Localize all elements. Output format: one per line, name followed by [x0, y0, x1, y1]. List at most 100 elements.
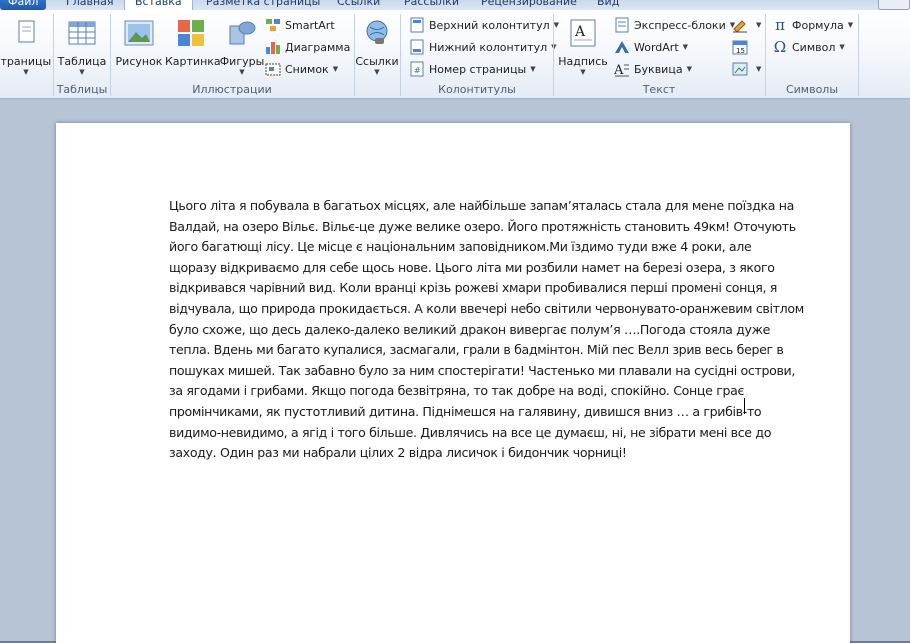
quickparts-icon	[615, 17, 629, 33]
smartart-button[interactable]: SmartArt	[265, 16, 335, 34]
picture-icon	[124, 20, 154, 46]
symbol-label: Символ	[792, 40, 836, 54]
shapes-label: Фигуры	[219, 55, 265, 68]
document-area: Цього літа я побувала в багатьох місцях,…	[0, 99, 910, 643]
text-line: тепла. Вдень ми багато купалися, засмага…	[169, 342, 784, 358]
group-symbols: π Формула ▼ Ω Символ ▼ Символы	[766, 10, 858, 98]
tab-mailings[interactable]: Рассылки	[404, 0, 459, 10]
text-line: промінчиками, як пустотливий дитина. Під…	[169, 403, 762, 419]
chart-label: Диаграмма	[285, 40, 351, 54]
chevron-down-icon: ▼	[756, 21, 762, 29]
page-icon	[18, 20, 35, 43]
clipart-label: Картинка	[165, 55, 221, 68]
text-line: його багатющі лісу. Це місце є національ…	[169, 239, 752, 255]
tab-file[interactable]: Файл	[0, 0, 47, 10]
text-line: Валдай, на озеро Вільє. Вільє-це дуже ве…	[169, 218, 796, 234]
group-header-footer: Верхний колонтитул ▼ Нижний колонтитул ▼…	[401, 10, 559, 98]
chevron-down-icon: ▼	[756, 65, 762, 73]
textbox-label: Надпись	[558, 55, 608, 68]
dropcap-label: Буквица	[634, 62, 683, 76]
tab-references[interactable]: Ссылки	[337, 0, 380, 10]
svg-text:15: 15	[736, 47, 745, 55]
clipart-button[interactable]: Картинка	[165, 18, 221, 68]
object-button[interactable]: ▼	[732, 60, 761, 78]
group-divider	[858, 14, 859, 96]
picture-button[interactable]: Рисунок	[115, 18, 163, 68]
window-control-button[interactable]	[878, 0, 910, 10]
chart-button[interactable]: Диаграмма	[265, 38, 350, 56]
text-line: видимо-невидимо, а ягід і того більше. Д…	[169, 424, 772, 440]
tab-page-layout[interactable]: Разметка страницы	[206, 0, 320, 10]
svg-text:#: #	[414, 66, 421, 75]
tab-home[interactable]: Главная	[66, 0, 114, 10]
table-label: Таблица	[57, 55, 107, 68]
page-number-button[interactable]: # Номер страницы ▼	[409, 60, 536, 78]
group-label-symbols: Символы	[785, 83, 839, 96]
ribbon: Страницы ▼ Таблица ▼ Таблицы Рисуно	[0, 10, 910, 99]
chevron-down-icon: ▼	[23, 68, 29, 76]
dropcap-icon: A	[614, 63, 629, 77]
group-label-header-footer: Колонтитулы	[438, 83, 516, 96]
header-button[interactable]: Верхний колонтитул ▼	[409, 16, 559, 34]
footer-label: Нижний колонтитул	[429, 40, 548, 54]
chevron-down-icon: ▼	[686, 65, 692, 73]
group-label-illustrations: Иллюстрации	[192, 83, 272, 96]
tab-view[interactable]: Вид	[597, 0, 619, 10]
svg-text:A: A	[574, 24, 586, 40]
document-page[interactable]: Цього літа я побувала в багатьох місцях,…	[56, 123, 850, 643]
links-button[interactable]: Ссылки ▼	[355, 18, 399, 76]
equation-label: Формула	[792, 18, 844, 32]
symbol-button[interactable]: Ω Символ ▼	[772, 38, 845, 56]
chevron-down-icon: ▼	[847, 21, 854, 29]
calendar-icon: 15	[732, 40, 748, 55]
dropcap-button[interactable]: A Буквица ▼	[614, 60, 692, 78]
chevron-down-icon: ▼	[239, 68, 245, 76]
text-line: відчувала, що природа прокидається. А ко…	[169, 300, 804, 316]
table-icon	[68, 21, 96, 45]
chevron-down-icon: ▼	[530, 65, 536, 73]
text-line: пошуках мишей. Так забавно було за ним с…	[169, 362, 796, 378]
pages-button[interactable]: Страницы ▼	[0, 18, 52, 76]
document-body[interactable]: Цього літа я побувала в багатьох місцях,…	[169, 196, 804, 464]
chevron-down-icon: ▼	[580, 68, 586, 76]
wordart-label: WordArt	[634, 40, 679, 54]
screenshot-button[interactable]: Снимок ▼	[265, 60, 338, 78]
wordart-icon	[615, 41, 629, 53]
smartart-icon	[266, 19, 280, 31]
shapes-icon	[229, 21, 256, 45]
wordart-button[interactable]: WordArt ▼	[614, 38, 688, 56]
footer-button[interactable]: Нижний колонтитул ▼	[409, 38, 557, 56]
text-line: щоразу відкриваємо для себе щось нове. Ц…	[169, 259, 775, 275]
text-line: за ягодами і грибами. Якщо погода безвіт…	[169, 383, 745, 399]
tab-review[interactable]: Рецензирование	[481, 0, 577, 10]
datetime-button[interactable]: 15	[732, 38, 752, 56]
globe-link-icon	[366, 20, 388, 44]
equation-button[interactable]: π Формула ▼	[772, 16, 853, 34]
text-line: заходу. Один раз ми набрали цілих 2 відр…	[169, 445, 627, 461]
screenshot-icon	[265, 63, 281, 76]
chevron-down-icon: ▼	[682, 43, 689, 51]
chevron-down-icon: ▼	[332, 65, 339, 73]
textbox-button[interactable]: A Надпись ▼	[558, 18, 608, 76]
chevron-down-icon: ▼	[374, 68, 380, 76]
quickparts-label: Экспресс-блоки	[634, 18, 726, 32]
table-button[interactable]: Таблица ▼	[54, 18, 110, 76]
group-links: Ссылки ▼	[355, 10, 399, 98]
smartart-label: SmartArt	[285, 18, 335, 32]
picture-label: Рисунок	[115, 55, 163, 68]
chevron-down-icon: ▼	[839, 43, 845, 51]
quickparts-button[interactable]: Экспресс-блоки ▼	[614, 16, 735, 34]
group-pages: Страницы ▼	[0, 10, 52, 98]
shapes-button[interactable]: Фигуры ▼	[219, 18, 265, 76]
tab-insert[interactable]: Вставка	[124, 0, 193, 10]
group-tables: Таблица ▼ Таблицы	[54, 10, 110, 98]
textbox-icon: A	[570, 19, 596, 47]
signature-line-button[interactable]: ▼	[732, 16, 761, 34]
clipart-icon	[178, 20, 204, 46]
bar-chart-icon	[266, 42, 280, 54]
text-line: було схоже, що десь далеко-далеко велики…	[169, 321, 771, 337]
object-icon	[732, 62, 748, 76]
group-label-text: Текст	[642, 83, 676, 96]
page-number-icon: #	[410, 61, 424, 77]
links-label: Ссылки	[355, 55, 399, 68]
